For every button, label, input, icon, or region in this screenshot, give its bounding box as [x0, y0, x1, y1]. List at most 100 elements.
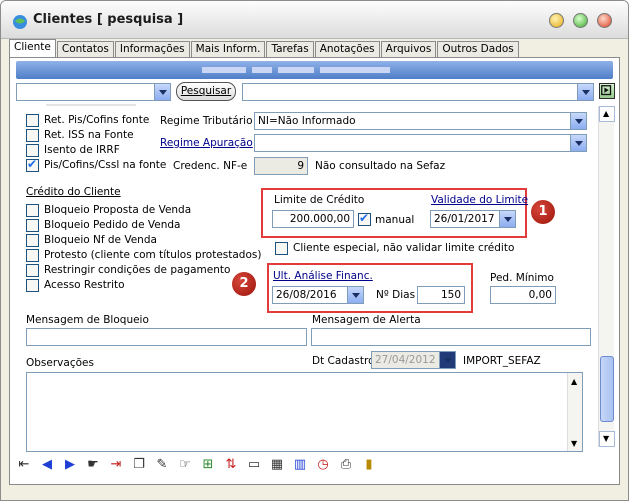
tab-tarefas[interactable]: Tarefas	[266, 41, 314, 58]
regime-tributario-label: Regime Tributário	[160, 115, 253, 127]
chevron-down-icon[interactable]	[439, 352, 455, 368]
observacoes-textarea[interactable]: ▲ ▼	[26, 372, 583, 452]
label-ret-iss: Ret. ISS na Fonte	[44, 129, 134, 141]
regime-apuracao-combo[interactable]	[254, 134, 587, 152]
label-acesso-restrito: Acesso Restrito	[44, 279, 125, 291]
swap-icon[interactable]: ⇅	[222, 456, 240, 474]
checkbox-restringir[interactable]	[26, 264, 39, 277]
search-value-combo[interactable]	[242, 83, 594, 101]
exit-icon[interactable]: ▮	[360, 456, 378, 474]
regime-tributario-combo[interactable]: NI=Não Informado	[254, 112, 587, 130]
checkbox-acesso-restrito[interactable]	[26, 279, 39, 292]
ult-analise-link[interactable]: Ult. Análise Financ.	[273, 270, 373, 282]
copy-icon[interactable]: ❐	[130, 456, 148, 474]
label-isento-irrf: Isento de IRRF	[44, 144, 120, 156]
ped-minimo-field[interactable]: 0,00	[490, 286, 556, 304]
chevron-down-icon[interactable]	[570, 113, 586, 129]
credenc-status: Não consultado na Sefaz	[315, 160, 446, 172]
chevron-down-icon[interactable]	[154, 84, 170, 100]
tree-icon[interactable]: ⊞	[199, 456, 217, 474]
ndias-field[interactable]: 150	[417, 286, 465, 304]
checkbox-protesto[interactable]	[26, 249, 39, 262]
chart-icon[interactable]: ▥	[291, 456, 309, 474]
previous-record-icon[interactable]: ◀	[38, 456, 56, 474]
cliente-content: Ret. Pis/Cofins fonte Ret. ISS na Fonte …	[10, 104, 621, 456]
content-scrollbar[interactable]: ▲ ▼	[598, 106, 615, 447]
checkbox-cliente-especial[interactable]	[275, 242, 288, 255]
limite-credito-field[interactable]: 200.000,00	[272, 210, 354, 228]
arrow-down-icon[interactable]: ▼	[571, 439, 577, 448]
tab-cliente[interactable]: Cliente	[9, 39, 56, 58]
scroll-up-button[interactable]: ▲	[599, 106, 615, 122]
scroll-down-button[interactable]: ▼	[599, 431, 615, 447]
pesquisar-button[interactable]: Pesquisar	[176, 82, 236, 101]
tab-anotacoes[interactable]: Anotações	[314, 41, 380, 58]
grid-icon[interactable]: ▦	[268, 456, 286, 474]
mensagem-alerta-field[interactable]	[311, 328, 591, 346]
tab-outros-dados[interactable]: Outros Dados	[437, 41, 519, 58]
scroll-thumb[interactable]	[600, 356, 614, 422]
arrow-down-icon: ▼	[603, 434, 610, 443]
checkbox-manual[interactable]	[358, 211, 371, 226]
tab-informacoes[interactable]: Informações	[114, 41, 190, 58]
play-icon	[601, 85, 612, 96]
import-label: IMPORT_SEFAZ	[463, 355, 541, 367]
clipped-row	[46, 104, 136, 106]
callout-badge-2: 2	[232, 272, 256, 296]
ult-analise-combo[interactable]: 26/08/2016	[272, 286, 364, 304]
textarea-scrollbar[interactable]: ▲ ▼	[567, 373, 582, 451]
credenc-nfe-label: Credenc. NF-e	[173, 160, 248, 172]
ndias-label: Nº Dias	[376, 289, 416, 301]
chevron-down-icon[interactable]	[347, 287, 363, 303]
dt-cadastro-combo[interactable]: 27/04/2012	[371, 351, 456, 369]
label-bloqueio-pedido: Bloqueio Pedido de Venda	[44, 219, 181, 231]
regime-apuracao-link[interactable]: Regime Apuração	[160, 137, 253, 149]
checkbox-pis-cofins-cssl[interactable]	[26, 157, 39, 172]
observacoes-label: Observações	[26, 357, 94, 369]
credito-section-title: Crédito do Cliente	[26, 186, 121, 198]
app-icon	[13, 15, 27, 29]
edit-icon[interactable]: ✎	[153, 456, 171, 474]
window-title: Clientes [ pesquisa ]	[33, 12, 184, 27]
checkbox-bloqueio-proposta[interactable]	[26, 204, 39, 217]
select-icon[interactable]: ☞	[176, 456, 194, 474]
label-protesto: Protesto (cliente com títulos protestado…	[44, 249, 262, 261]
manual-label: manual	[375, 214, 415, 226]
next-record-icon[interactable]: ▶	[61, 456, 79, 474]
mensagem-bloqueio-field[interactable]	[26, 328, 307, 346]
record-header	[16, 61, 613, 79]
arrow-up-icon: ▲	[603, 109, 610, 118]
credenc-nfe-field[interactable]: 9	[254, 157, 308, 175]
validade-limite-combo[interactable]: 26/01/2017	[430, 210, 516, 228]
first-record-icon[interactable]: ⇤	[15, 456, 33, 474]
checkbox-ret-iss[interactable]	[26, 129, 39, 142]
clientes-window: Clientes [ pesquisa ] Cliente Contatos I…	[0, 0, 629, 501]
callout-badge-1: 1	[531, 200, 555, 224]
chevron-down-icon[interactable]	[577, 84, 593, 100]
card-icon[interactable]: ▭	[245, 456, 263, 474]
arrow-up-icon[interactable]: ▲	[571, 377, 577, 386]
checkbox-ret-pis-cofins[interactable]	[26, 114, 39, 127]
maximize-button[interactable]	[573, 13, 588, 28]
minimize-button[interactable]	[549, 13, 564, 28]
tab-contatos[interactable]: Contatos	[56, 41, 114, 58]
clock-icon[interactable]: ◷	[314, 456, 332, 474]
chevron-down-icon[interactable]	[570, 135, 586, 151]
search-field-combo[interactable]	[16, 83, 171, 101]
point-icon[interactable]: ☛	[84, 456, 102, 474]
dt-cadastro-label: Dt Cadastro	[312, 355, 375, 367]
checkbox-bloqueio-pedido[interactable]	[26, 219, 39, 232]
insert-icon[interactable]: ⇥	[107, 456, 125, 474]
mensagem-bloqueio-label: Mensagem de Bloqueio	[26, 314, 149, 326]
tab-mais-inform[interactable]: Mais Inform.	[190, 41, 266, 58]
tab-arquivos[interactable]: Arquivos	[380, 41, 437, 58]
close-button[interactable]	[597, 13, 612, 28]
label-restringir: Restringir condições de pagamento	[44, 264, 231, 276]
chevron-down-icon[interactable]	[499, 211, 515, 227]
navigate-button[interactable]	[599, 83, 615, 99]
checkbox-isento-irrf[interactable]	[26, 144, 39, 157]
print-icon[interactable]: ⎙	[337, 456, 355, 474]
checkbox-bloqueio-nf[interactable]	[26, 234, 39, 247]
label-bloqueio-proposta: Bloqueio Proposta de Venda	[44, 204, 192, 216]
validade-limite-link[interactable]: Validade do Limite	[431, 194, 528, 206]
